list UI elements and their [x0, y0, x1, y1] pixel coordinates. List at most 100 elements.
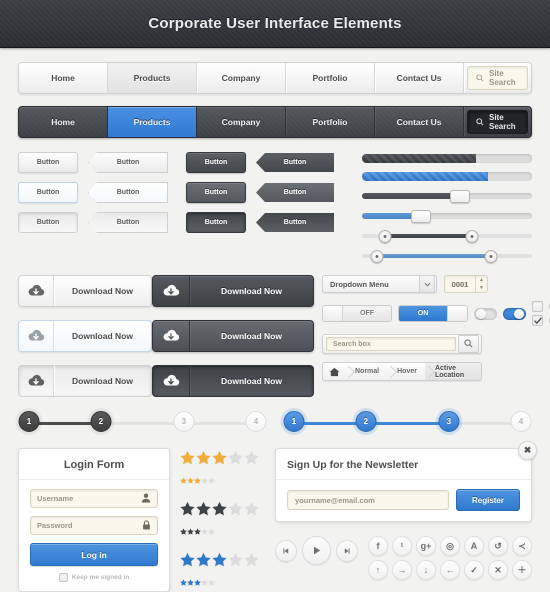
keep-signed-in-checkbox[interactable] — [58, 573, 68, 582]
star-icon[interactable] — [228, 501, 243, 521]
arrow-right-icon[interactable]: → — [392, 560, 412, 580]
rating-blue-small[interactable] — [180, 573, 265, 591]
rating-blue[interactable] — [180, 552, 265, 591]
arrow-up-icon[interactable]: ↑ — [368, 560, 388, 580]
star-icon[interactable] — [194, 522, 201, 540]
star-icon[interactable] — [196, 501, 211, 521]
newsletter-register-button[interactable]: Register — [456, 489, 520, 511]
star-icon[interactable] — [201, 522, 208, 540]
star-icon[interactable] — [180, 471, 187, 489]
close-icon[interactable]: ✕ — [488, 560, 508, 580]
download-button-light-hover[interactable]: Download Now — [18, 320, 152, 352]
refresh-icon[interactable]: ↺ — [488, 536, 508, 556]
nav-light-item-company[interactable]: Company — [197, 63, 286, 93]
caret-up-icon[interactable]: ▲ — [476, 276, 487, 284]
range-slider-blue[interactable] — [362, 250, 532, 263]
nav-dark-item-company[interactable]: Company — [197, 107, 286, 137]
nav-dark-item-products[interactable]: Products — [108, 107, 197, 137]
rating-gold-large[interactable] — [180, 450, 265, 470]
slider-blue[interactable] — [362, 210, 532, 223]
twitter-icon[interactable]: ᵗ — [392, 536, 412, 556]
nav-light-item-contact-us[interactable]: Contact Us — [375, 63, 464, 93]
star-icon[interactable] — [208, 573, 215, 591]
star-icon[interactable] — [196, 552, 211, 572]
breadcrumb-active[interactable]: Active Location — [424, 363, 481, 380]
range-blue-handle-left[interactable] — [370, 250, 384, 263]
dark-arrow-button-active[interactable]: Button — [256, 213, 334, 232]
star-icon[interactable] — [244, 450, 259, 470]
checkbox-checked[interactable] — [532, 315, 543, 326]
light-button-hover[interactable]: Button — [18, 182, 78, 203]
star-icon[interactable] — [208, 471, 215, 489]
star-icon[interactable] — [201, 573, 208, 591]
star-icon[interactable] — [228, 450, 243, 470]
rating-gold[interactable] — [180, 450, 265, 489]
password-field[interactable]: Password — [30, 516, 159, 535]
dark-arrow-button-normal[interactable]: Button — [256, 153, 334, 172]
username-field[interactable]: Username — [30, 489, 159, 508]
plus-icon[interactable]: ＋ — [512, 560, 532, 580]
dark-button-active[interactable]: Button — [186, 212, 246, 233]
rating-dark-large[interactable] — [180, 501, 265, 521]
step-dark-3[interactable]: 3 — [173, 411, 195, 432]
light-button-normal[interactable]: Button — [18, 152, 78, 173]
range-dark-handle-left[interactable] — [378, 230, 392, 243]
keep-signed-in-row[interactable]: Keep me signed in — [30, 573, 158, 582]
caret-down-icon[interactable]: ▼ — [476, 284, 487, 292]
slider-blue-handle[interactable] — [410, 210, 431, 223]
star-icon[interactable] — [187, 471, 194, 489]
camera-icon[interactable]: ◎ — [440, 536, 460, 556]
download-button-dark-hover[interactable]: Download Now — [152, 320, 314, 352]
nav-dark-search[interactable]: Site Search — [467, 110, 528, 134]
toggle-off[interactable]: OFF — [322, 305, 392, 322]
nav-light-item-products[interactable]: Products — [108, 63, 197, 93]
nav-dark-item-home[interactable]: Home — [19, 107, 108, 137]
star-icon[interactable] — [180, 501, 195, 521]
star-icon[interactable] — [196, 450, 211, 470]
download-button-light-active[interactable]: Download Now — [18, 365, 152, 397]
login-submit-button[interactable]: Log in — [30, 543, 159, 566]
range-slider-dark[interactable] — [362, 230, 532, 243]
close-icon[interactable]: ✖ — [518, 441, 537, 460]
dropdown-menu[interactable]: Dropdown Menu — [322, 275, 437, 293]
star-icon[interactable] — [180, 552, 195, 572]
nav-dark-item-portfolio[interactable]: Portfolio — [286, 107, 375, 137]
nav-light-item-portfolio[interactable]: Portfolio — [286, 63, 375, 93]
previous-icon[interactable] — [275, 539, 297, 562]
download-button-dark-normal[interactable]: Download Now — [152, 275, 314, 307]
star-icon[interactable] — [201, 471, 208, 489]
star-icon[interactable] — [180, 450, 195, 470]
slider-dark[interactable] — [362, 190, 532, 203]
dark-button-normal[interactable]: Button — [186, 152, 246, 173]
search-box-button[interactable] — [458, 335, 479, 353]
search-box[interactable]: Search box — [322, 334, 482, 354]
checkbox-unchecked[interactable] — [532, 301, 543, 312]
rating-blue-large[interactable] — [180, 552, 265, 572]
check-icon[interactable]: ✓ — [464, 560, 484, 580]
arrow-down-icon[interactable]: ↓ — [416, 560, 436, 580]
step-blue-2[interactable]: 2 — [355, 411, 377, 432]
star-icon[interactable] — [187, 522, 194, 540]
share-icon[interactable]: ≺ — [512, 536, 532, 556]
light-arrow-button-active[interactable]: Button — [88, 212, 168, 233]
switch-off[interactable] — [474, 307, 497, 320]
step-dark-4[interactable]: 4 — [245, 411, 267, 432]
star-icon[interactable] — [194, 471, 201, 489]
step-blue-3[interactable]: 3 — [438, 411, 460, 432]
star-icon[interactable] — [180, 573, 187, 591]
star-icon[interactable] — [187, 573, 194, 591]
next-icon[interactable] — [336, 539, 358, 562]
breadcrumb-normal[interactable]: Normal — [345, 363, 387, 380]
slider-dark-handle[interactable] — [449, 190, 470, 203]
star-icon[interactable] — [244, 552, 259, 572]
step-blue-1[interactable]: 1 — [283, 411, 305, 432]
download-button-light-normal[interactable]: Download Now — [18, 275, 152, 307]
dark-button-hover[interactable]: Button — [186, 182, 246, 203]
star-icon[interactable] — [212, 552, 227, 572]
dark-arrow-button-hover[interactable]: Button — [256, 183, 334, 202]
breadcrumb-hover[interactable]: Hover — [387, 363, 425, 380]
star-icon[interactable] — [194, 573, 201, 591]
range-dark-handle-right[interactable] — [465, 230, 479, 243]
step-dark-1[interactable]: 1 — [18, 411, 40, 432]
step-dark-2[interactable]: 2 — [90, 411, 112, 432]
